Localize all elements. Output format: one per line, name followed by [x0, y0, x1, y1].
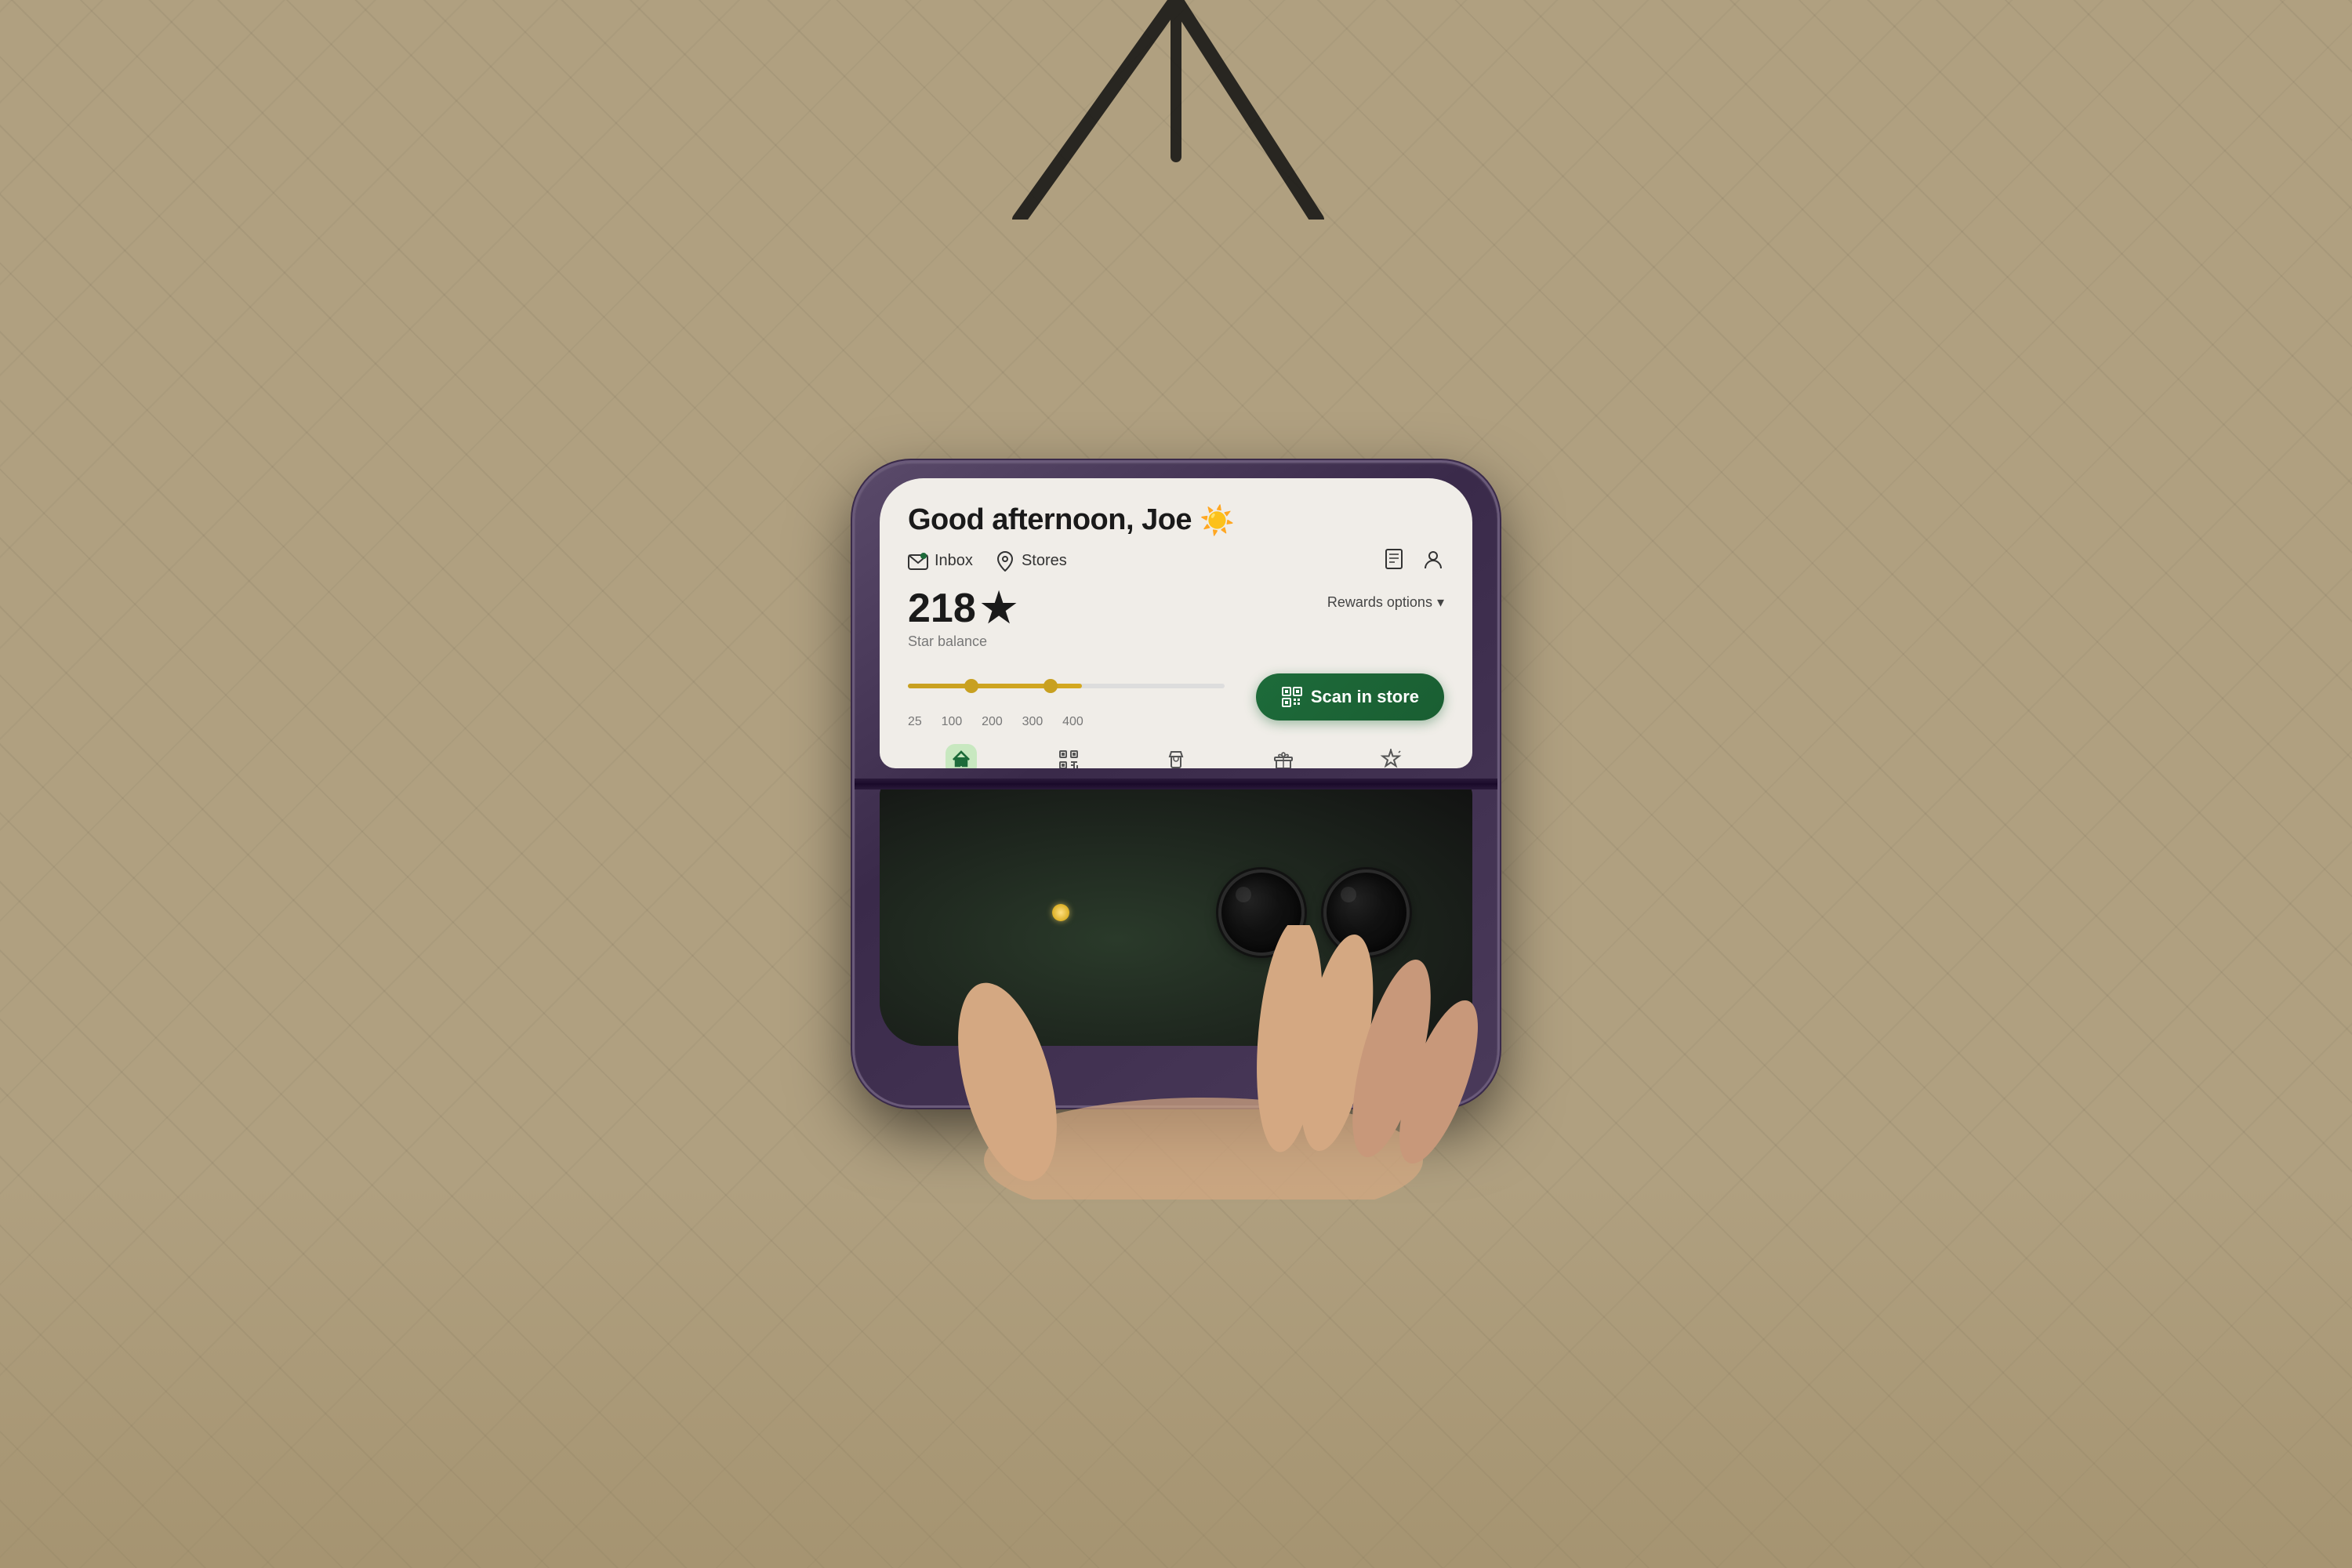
scan-tab-icon: [1053, 744, 1084, 768]
sun-icon: ☀️: [1200, 504, 1235, 537]
main-scene: Good afternoon, Joe ☀️ Inbox: [855, 463, 1497, 1105]
milestone-200: 200: [982, 715, 1003, 729]
stores-nav-item[interactable]: Stores: [995, 551, 1067, 572]
inbox-label: Inbox: [935, 552, 973, 570]
milestone-400: 400: [1062, 715, 1083, 729]
scan-in-store-button[interactable]: Scan in store: [1256, 673, 1444, 720]
progress-labels: 25 100 200 300 400: [908, 715, 1083, 729]
rewards-options-button[interactable]: Rewards options ▾: [1327, 594, 1444, 611]
camera-lens-1: [1218, 869, 1305, 956]
order-tab-icon: [1160, 744, 1192, 768]
rewards-label: Rewards options: [1327, 594, 1432, 611]
background-tripod: [862, 0, 1490, 220]
progress-dot-25: [964, 679, 978, 693]
progress-track: [908, 684, 1225, 688]
home-tab-icon: [946, 744, 977, 768]
chevron-down-icon: ▾: [1437, 594, 1444, 611]
phone-device: Good afternoon, Joe ☀️ Inbox: [855, 463, 1497, 1105]
location-icon: [995, 551, 1015, 572]
phone-screen-lower: [880, 779, 1472, 1046]
progress-dot-100: [1044, 679, 1058, 693]
progress-container: 25 100 200 300 400: [908, 684, 1240, 710]
scan-button-label: Scan in store: [1311, 687, 1419, 707]
camera-lens-2: [1323, 869, 1410, 956]
tab-order[interactable]: Order: [1145, 744, 1207, 768]
phone-hinge: [855, 779, 1497, 789]
tab-gift[interactable]: Gift: [1252, 744, 1315, 768]
top-nav: Inbox Stores: [908, 548, 1444, 574]
stars-number: 218: [908, 585, 976, 632]
inbox-nav-item[interactable]: Inbox: [908, 551, 973, 572]
progress-scan-row: 25 100 200 300 400: [908, 673, 1444, 720]
gift-tab-icon: [1268, 744, 1299, 768]
tab-offers[interactable]: Offers: [1359, 744, 1422, 768]
milestone-100: 100: [942, 715, 963, 729]
milestone-25: 25: [908, 715, 922, 729]
star-balance-label: Star balance: [908, 633, 1017, 650]
qr-code-icon: [1281, 686, 1303, 708]
stars-left: 218 ★ Star balance: [908, 585, 1017, 650]
bottom-nav: Home: [908, 738, 1444, 768]
stores-label: Stores: [1022, 552, 1067, 570]
stars-row: 218 ★ Star balance Rewards options ▾: [908, 585, 1444, 650]
camera-flash: [1052, 904, 1069, 921]
inbox-icon: [908, 551, 928, 572]
offers-tab-icon: [1375, 744, 1406, 768]
nav-right-icons: [1383, 548, 1444, 574]
stars-count: 218 ★: [908, 585, 1017, 632]
receipt-icon[interactable]: [1383, 548, 1405, 574]
tab-scan[interactable]: Scan: [1037, 744, 1100, 768]
star-symbol: ★: [981, 585, 1018, 632]
camera-module: [1218, 869, 1410, 956]
app-content: Good afternoon, Joe ☀️ Inbox: [880, 478, 1472, 768]
phone-screen-upper: Good afternoon, Joe ☀️ Inbox: [880, 478, 1472, 768]
tab-home[interactable]: Home: [930, 744, 993, 768]
milestone-300: 300: [1022, 715, 1044, 729]
ground-overlay: [0, 1176, 2352, 1568]
profile-icon[interactable]: [1422, 548, 1444, 574]
greeting-text: Good afternoon, Joe: [908, 503, 1192, 537]
